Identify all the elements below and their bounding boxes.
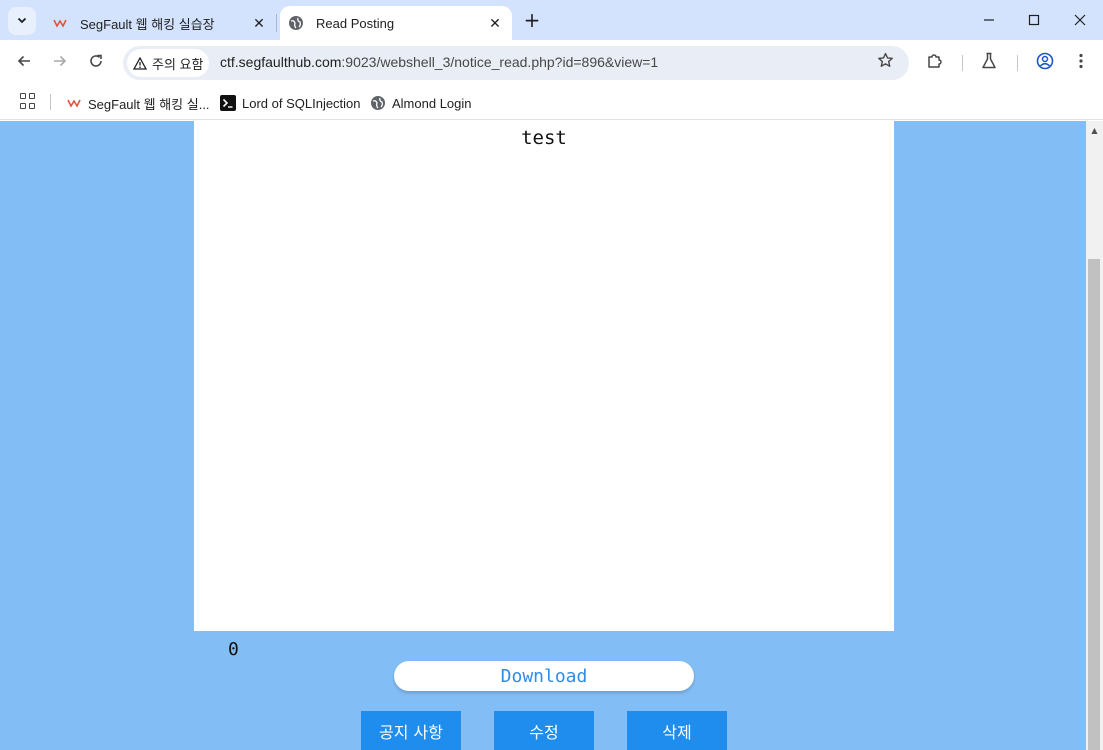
- bookmarks-separator: [50, 94, 51, 110]
- toolbar-separator: [962, 55, 963, 71]
- labs-button[interactable]: [978, 52, 1000, 74]
- page-viewport: test 0 Download 공지 사항 수정 삭제 ▲: [0, 121, 1103, 750]
- profile-icon: [1036, 52, 1054, 74]
- security-chip-label: 주의 요함: [152, 56, 204, 72]
- maximize-button[interactable]: [1014, 4, 1054, 36]
- maximize-icon: [1028, 11, 1040, 30]
- tab-title: Read Posting: [316, 15, 395, 31]
- profile-button[interactable]: [1034, 52, 1056, 74]
- minimize-button[interactable]: [969, 4, 1009, 36]
- reload-icon: [88, 53, 104, 74]
- address-bar[interactable]: 주의 요함 ctf.segfaulthub.com:9023/webshell_…: [123, 46, 909, 80]
- segfault-favicon-icon: [66, 95, 82, 111]
- chevron-down-icon: [16, 14, 28, 29]
- segfault-favicon-icon: [52, 15, 68, 31]
- close-icon[interactable]: ✕: [486, 14, 504, 32]
- tab-strip: SegFault 웹 해킹 실습장 ✕ Read Posting ✕ +: [0, 0, 1103, 40]
- back-button[interactable]: [9, 48, 39, 78]
- notice-list-button[interactable]: 공지 사항: [361, 711, 461, 750]
- post-content: test: [521, 127, 567, 149]
- tab-read-posting[interactable]: Read Posting ✕: [280, 6, 512, 40]
- minimize-icon: [983, 11, 995, 30]
- bookmark-almond-login[interactable]: Almond Login: [370, 92, 472, 114]
- bookmark-label: Almond Login: [392, 95, 472, 111]
- vertical-scrollbar[interactable]: ▲: [1086, 121, 1103, 750]
- globe-icon: [370, 95, 386, 111]
- terminal-icon: [220, 95, 236, 111]
- star-icon: [877, 52, 894, 74]
- reload-button[interactable]: [81, 48, 111, 78]
- url-path: :9023/webshell_3/notice_read.php?id=896&…: [341, 54, 659, 70]
- tab-search-button[interactable]: [8, 7, 36, 35]
- toolbar-separator: [1017, 55, 1018, 71]
- forward-button[interactable]: [45, 48, 75, 78]
- url-text[interactable]: ctf.segfaulthub.com:9023/webshell_3/noti…: [220, 54, 658, 70]
- close-icon: [1074, 11, 1086, 30]
- delete-button[interactable]: 삭제: [627, 711, 727, 750]
- globe-icon: [288, 15, 304, 31]
- extensions-button[interactable]: [924, 52, 946, 74]
- arrow-right-icon: [52, 53, 68, 74]
- bookmark-star-button[interactable]: [875, 52, 895, 74]
- bookmark-label: SegFault 웹 해킹 실...: [88, 96, 210, 112]
- download-button[interactable]: Download: [394, 661, 694, 691]
- security-chip[interactable]: 주의 요함: [127, 49, 209, 77]
- url-host: ctf.segfaulthub.com: [220, 54, 342, 70]
- window-close-button[interactable]: [1060, 4, 1100, 36]
- puzzle-icon: [926, 52, 944, 74]
- tab-segfault[interactable]: SegFault 웹 해킹 실습장 ✕: [44, 6, 276, 40]
- tab-title: SegFault 웹 해킹 실습장: [80, 16, 215, 32]
- apps-grid-icon[interactable]: [20, 93, 36, 109]
- bookmark-label: Lord of SQLInjection: [242, 95, 361, 111]
- bookmark-segfault[interactable]: SegFault 웹 해킹 실...: [66, 92, 210, 114]
- new-tab-button[interactable]: +: [520, 8, 544, 32]
- browser-toolbar: 주의 요함 ctf.segfaulthub.com:9023/webshell_…: [0, 40, 1103, 86]
- bookmark-lord-of-sqlinjection[interactable]: Lord of SQLInjection: [220, 92, 361, 114]
- tab-divider: [276, 14, 277, 32]
- flask-icon: [981, 52, 997, 74]
- arrow-left-icon: [16, 53, 32, 74]
- close-icon[interactable]: ✕: [250, 14, 268, 32]
- warning-icon: [133, 56, 147, 70]
- scroll-up-arrow-icon[interactable]: ▲: [1086, 123, 1103, 137]
- edit-button[interactable]: 수정: [494, 711, 594, 750]
- bookmarks-bar: SegFault 웹 해킹 실... Lord of SQLInjection …: [0, 86, 1103, 120]
- post-content-box: test: [194, 121, 894, 631]
- scrollbar-thumb[interactable]: [1088, 259, 1100, 750]
- menu-button[interactable]: [1070, 52, 1092, 74]
- kebab-menu-icon: [1079, 53, 1083, 73]
- view-count: 0: [228, 639, 239, 660]
